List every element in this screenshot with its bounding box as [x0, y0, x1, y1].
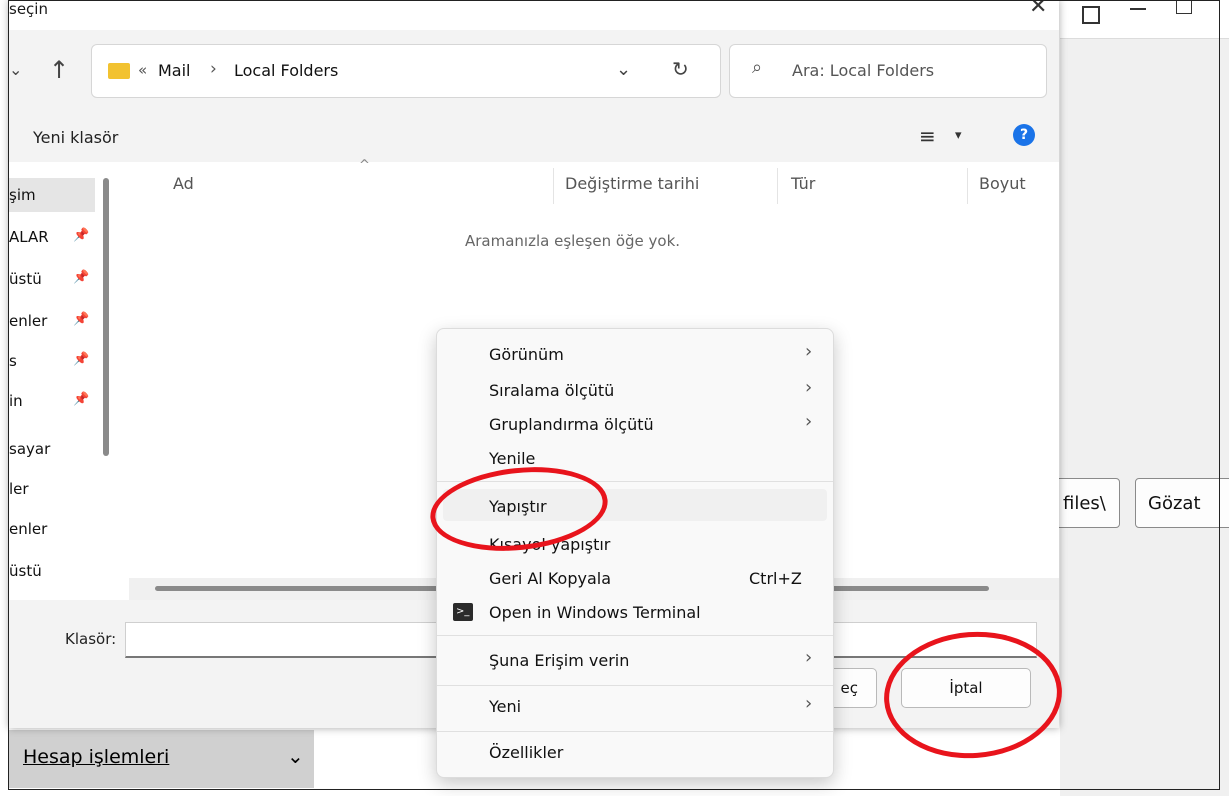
submenu-chevron-icon: ›	[805, 411, 813, 432]
submenu-chevron-icon: ›	[805, 647, 813, 668]
menu-separator	[437, 731, 833, 732]
menu-item-open-terminal[interactable]: Open in Windows Terminal	[489, 603, 701, 622]
menu-item-properties[interactable]: Özellikler	[489, 743, 563, 762]
menu-item-new[interactable]: Yeni	[489, 697, 521, 716]
menu-separator	[437, 635, 833, 636]
menu-item-view[interactable]: Görünüm	[489, 345, 564, 364]
menu-item-refresh[interactable]: Yenile	[489, 449, 535, 468]
menu-item-group-by[interactable]: Gruplandırma ölçütü	[489, 415, 654, 434]
menu-item-undo-copy[interactable]: Geri Al Kopyala	[489, 569, 611, 588]
context-menu: Görünüm › Sıralama ölçütü › Gruplandırma…	[436, 328, 834, 778]
submenu-chevron-icon: ›	[805, 693, 813, 714]
menu-shortcut-undo: Ctrl+Z	[749, 569, 802, 588]
menu-item-sort-by[interactable]: Sıralama ölçütü	[489, 381, 614, 400]
submenu-chevron-icon: ›	[805, 341, 813, 362]
submenu-chevron-icon: ›	[805, 377, 813, 398]
terminal-icon: >_	[453, 603, 473, 621]
menu-item-give-access[interactable]: Şuna Erişim verin	[489, 651, 629, 670]
menu-separator	[437, 685, 833, 686]
